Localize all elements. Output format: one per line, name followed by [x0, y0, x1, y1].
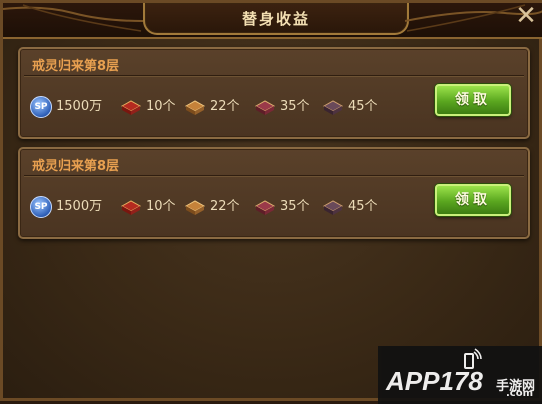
bronze-chest-icon [184, 100, 206, 115]
ornament-left-icon [3, 4, 143, 32]
bronze-chest-icon [184, 200, 206, 215]
crimson-chest-icon [254, 200, 276, 215]
reward-qty: 10个 [146, 99, 176, 114]
claim-button[interactable]: 领取 [435, 84, 511, 116]
dark-chest-icon [322, 100, 344, 115]
sp-currency-icon: SP [30, 196, 52, 218]
row-divider [24, 75, 524, 76]
reward-row: 戒灵归来第8层 SP 1500万 10个 22个 35个 45个 领取 [18, 147, 530, 239]
reward-qty: 1500万 [56, 99, 103, 114]
reward-row: 戒灵归来第8层 SP 1500万 10个 22个 35个 45个 领取 [18, 47, 530, 139]
close-icon[interactable]: ✕ [511, 3, 541, 31]
reward-qty: 35个 [280, 99, 310, 114]
dark-chest-icon [322, 200, 344, 215]
row-divider [24, 175, 524, 176]
reward-qty: 22个 [210, 199, 240, 214]
row-title: 戒灵归来第8层 [32, 59, 120, 74]
reward-qty: 35个 [280, 199, 310, 214]
red-chest-icon [120, 200, 142, 215]
watermark-domain: .com [506, 388, 534, 399]
reward-qty: 45个 [348, 99, 378, 114]
dialog-title: 替身收益 [241, 10, 310, 28]
reward-qty: 22个 [210, 99, 240, 114]
reward-qty: 10个 [146, 199, 176, 214]
reward-qty: 45个 [348, 199, 378, 214]
title-bar: 替身收益 [3, 3, 542, 39]
claim-button[interactable]: 领取 [435, 184, 511, 216]
crimson-chest-icon [254, 100, 276, 115]
red-chest-icon [120, 100, 142, 115]
sp-currency-icon: SP [30, 96, 52, 118]
title-plate: 替身收益 [143, 3, 409, 35]
reward-dialog: 替身收益 ✕ 戒灵归来第8层 SP 1500万 10个 22个 35个 45个 … [0, 0, 542, 404]
reward-qty: 1500万 [56, 199, 103, 214]
row-title: 戒灵归来第8层 [32, 159, 120, 174]
site-watermark: APP178 手游网 .com [378, 346, 542, 404]
watermark-brand: APP178 [386, 366, 483, 396]
